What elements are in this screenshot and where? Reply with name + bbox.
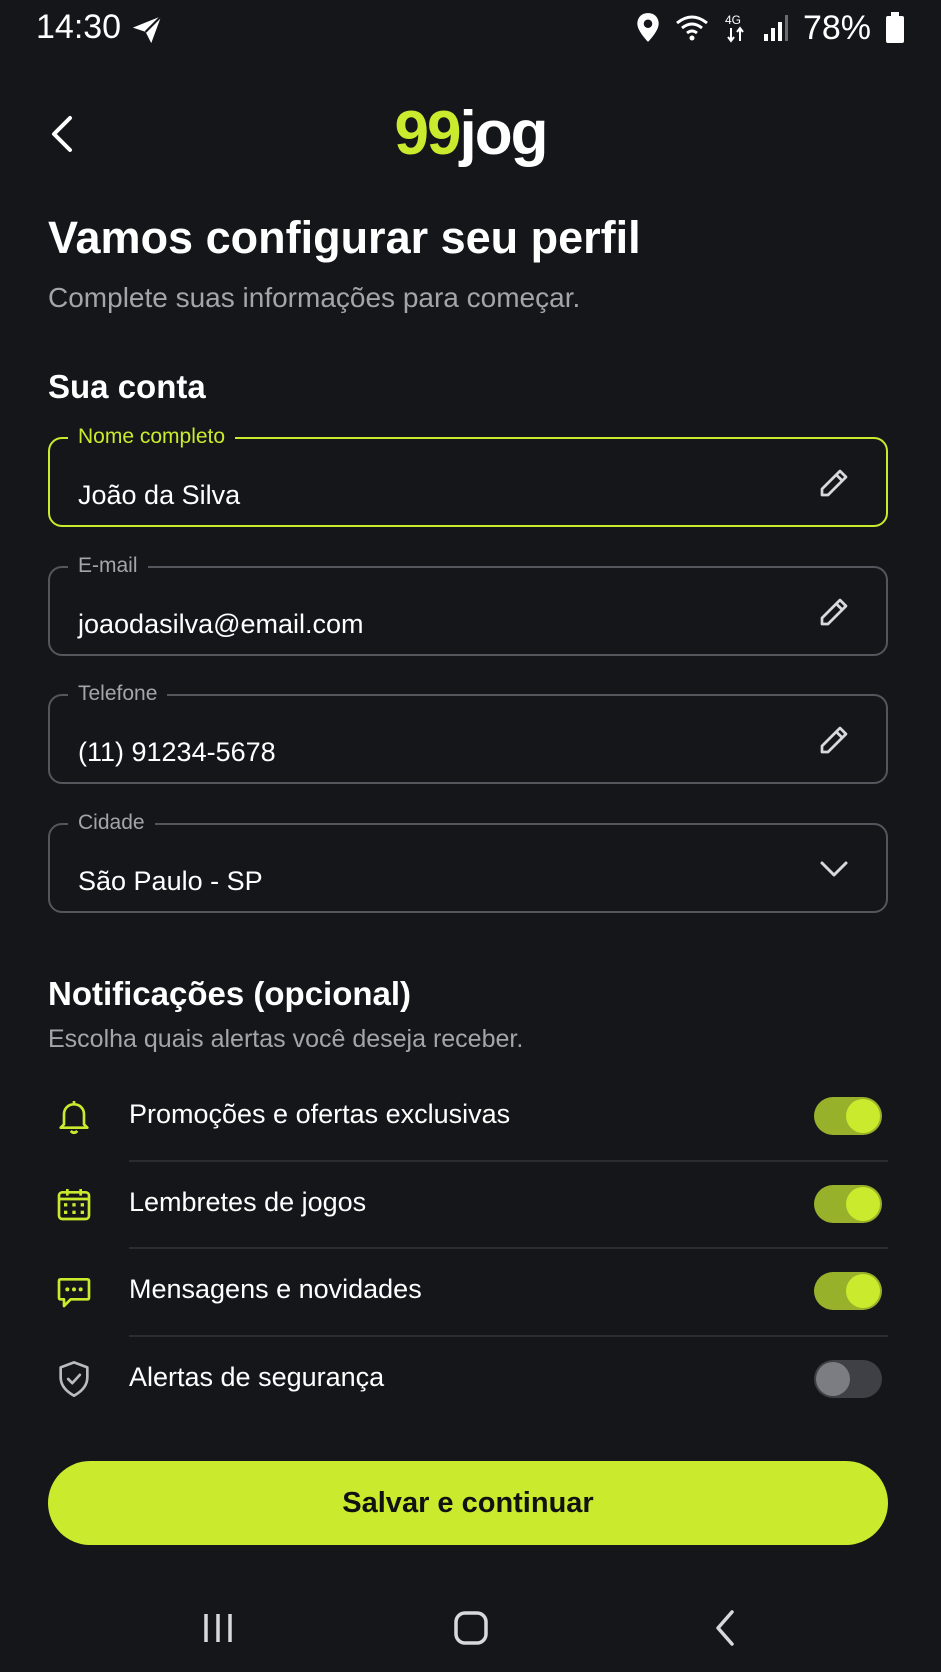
toggle-knob	[816, 1362, 850, 1396]
pencil-icon[interactable]	[816, 465, 852, 501]
chat-icon	[57, 1278, 91, 1308]
shield-icon	[59, 1361, 89, 1397]
phone-field-value[interactable]: (11) 91234-5678	[78, 736, 276, 768]
notification-row-game-reminders[interactable]: Lembretes de jogos	[48, 1161, 888, 1248]
security-toggle[interactable]	[814, 1360, 882, 1398]
toggle-knob	[846, 1274, 880, 1308]
home-button[interactable]	[436, 1600, 506, 1656]
email-field-label: E-mail	[68, 553, 148, 579]
chevron-down-icon[interactable]	[816, 851, 852, 887]
wifi-icon	[676, 15, 708, 41]
phone-field[interactable]: Telefone (11) 91234-5678	[48, 681, 888, 784]
battery-icon	[886, 12, 904, 43]
notification-row-messages[interactable]: Mensagens e novidades	[48, 1248, 888, 1335]
signal-icon	[763, 15, 788, 41]
pencil-icon[interactable]	[816, 722, 852, 758]
recent-apps-icon	[204, 1614, 232, 1642]
notification-label: Mensagens e novidades	[129, 1274, 422, 1304]
system-back-button[interactable]	[690, 1600, 760, 1656]
calendar-icon	[57, 1189, 91, 1221]
page-subtitle: Complete suas informações para começar.	[48, 282, 581, 313]
notification-label: Promoções e ofertas exclusivas	[129, 1099, 511, 1129]
name-field[interactable]: Nome completo João da Silva	[48, 424, 888, 527]
city-select[interactable]: Cidade São Paulo - SP	[48, 810, 888, 913]
location-icon	[637, 13, 659, 42]
name-field-label: Nome completo	[68, 424, 236, 450]
battery-percent: 78%	[802, 8, 871, 47]
pencil-icon[interactable]	[816, 594, 852, 630]
notification-row-promotions[interactable]: Promoções e ofertas exclusivas	[48, 1073, 888, 1160]
email-field-value[interactable]: joaodasilva@email.com	[78, 608, 364, 640]
notification-label: Alertas de segurança	[129, 1362, 385, 1392]
city-select-value[interactable]: São Paulo - SP	[78, 865, 263, 897]
4g-icon: 4G	[725, 13, 744, 43]
logo: 99jog	[0, 98, 941, 169]
phone-field-label: Telefone	[68, 681, 168, 707]
svg-text:4G: 4G	[725, 13, 741, 27]
account-section-title: Sua conta	[48, 368, 206, 405]
email-field[interactable]: E-mail joaodasilva@email.com	[48, 553, 888, 656]
notification-row-security[interactable]: Alertas de segurança	[48, 1336, 888, 1423]
logo-number: 99	[394, 99, 462, 168]
status-time: 14:30	[36, 8, 122, 46]
send-icon	[132, 15, 162, 44]
name-field-value[interactable]: João da Silva	[78, 479, 240, 511]
bell-icon	[59, 1101, 89, 1134]
notifications-subtitle: Escolha quais alertas você deseja recebe…	[48, 1025, 524, 1053]
city-select-label: Cidade	[68, 810, 155, 836]
recent-apps-button[interactable]	[183, 1600, 253, 1656]
toggle-knob	[846, 1099, 880, 1133]
status-icons: 4G 78%	[635, 6, 905, 50]
home-icon	[454, 1611, 488, 1645]
logo-text: jog	[459, 99, 548, 168]
notification-label: Lembretes de jogos	[129, 1187, 367, 1217]
notifications-section-title: Notificações (opcional)	[48, 975, 412, 1012]
save-continue-button[interactable]: Salvar e continuar	[48, 1461, 888, 1545]
promotions-toggle[interactable]	[814, 1097, 882, 1135]
game-reminders-toggle[interactable]	[814, 1185, 882, 1223]
toggle-knob	[846, 1187, 880, 1221]
page-title: Vamos configurar seu perfil	[48, 212, 641, 263]
messages-toggle[interactable]	[814, 1272, 882, 1310]
back-icon	[716, 1610, 734, 1646]
